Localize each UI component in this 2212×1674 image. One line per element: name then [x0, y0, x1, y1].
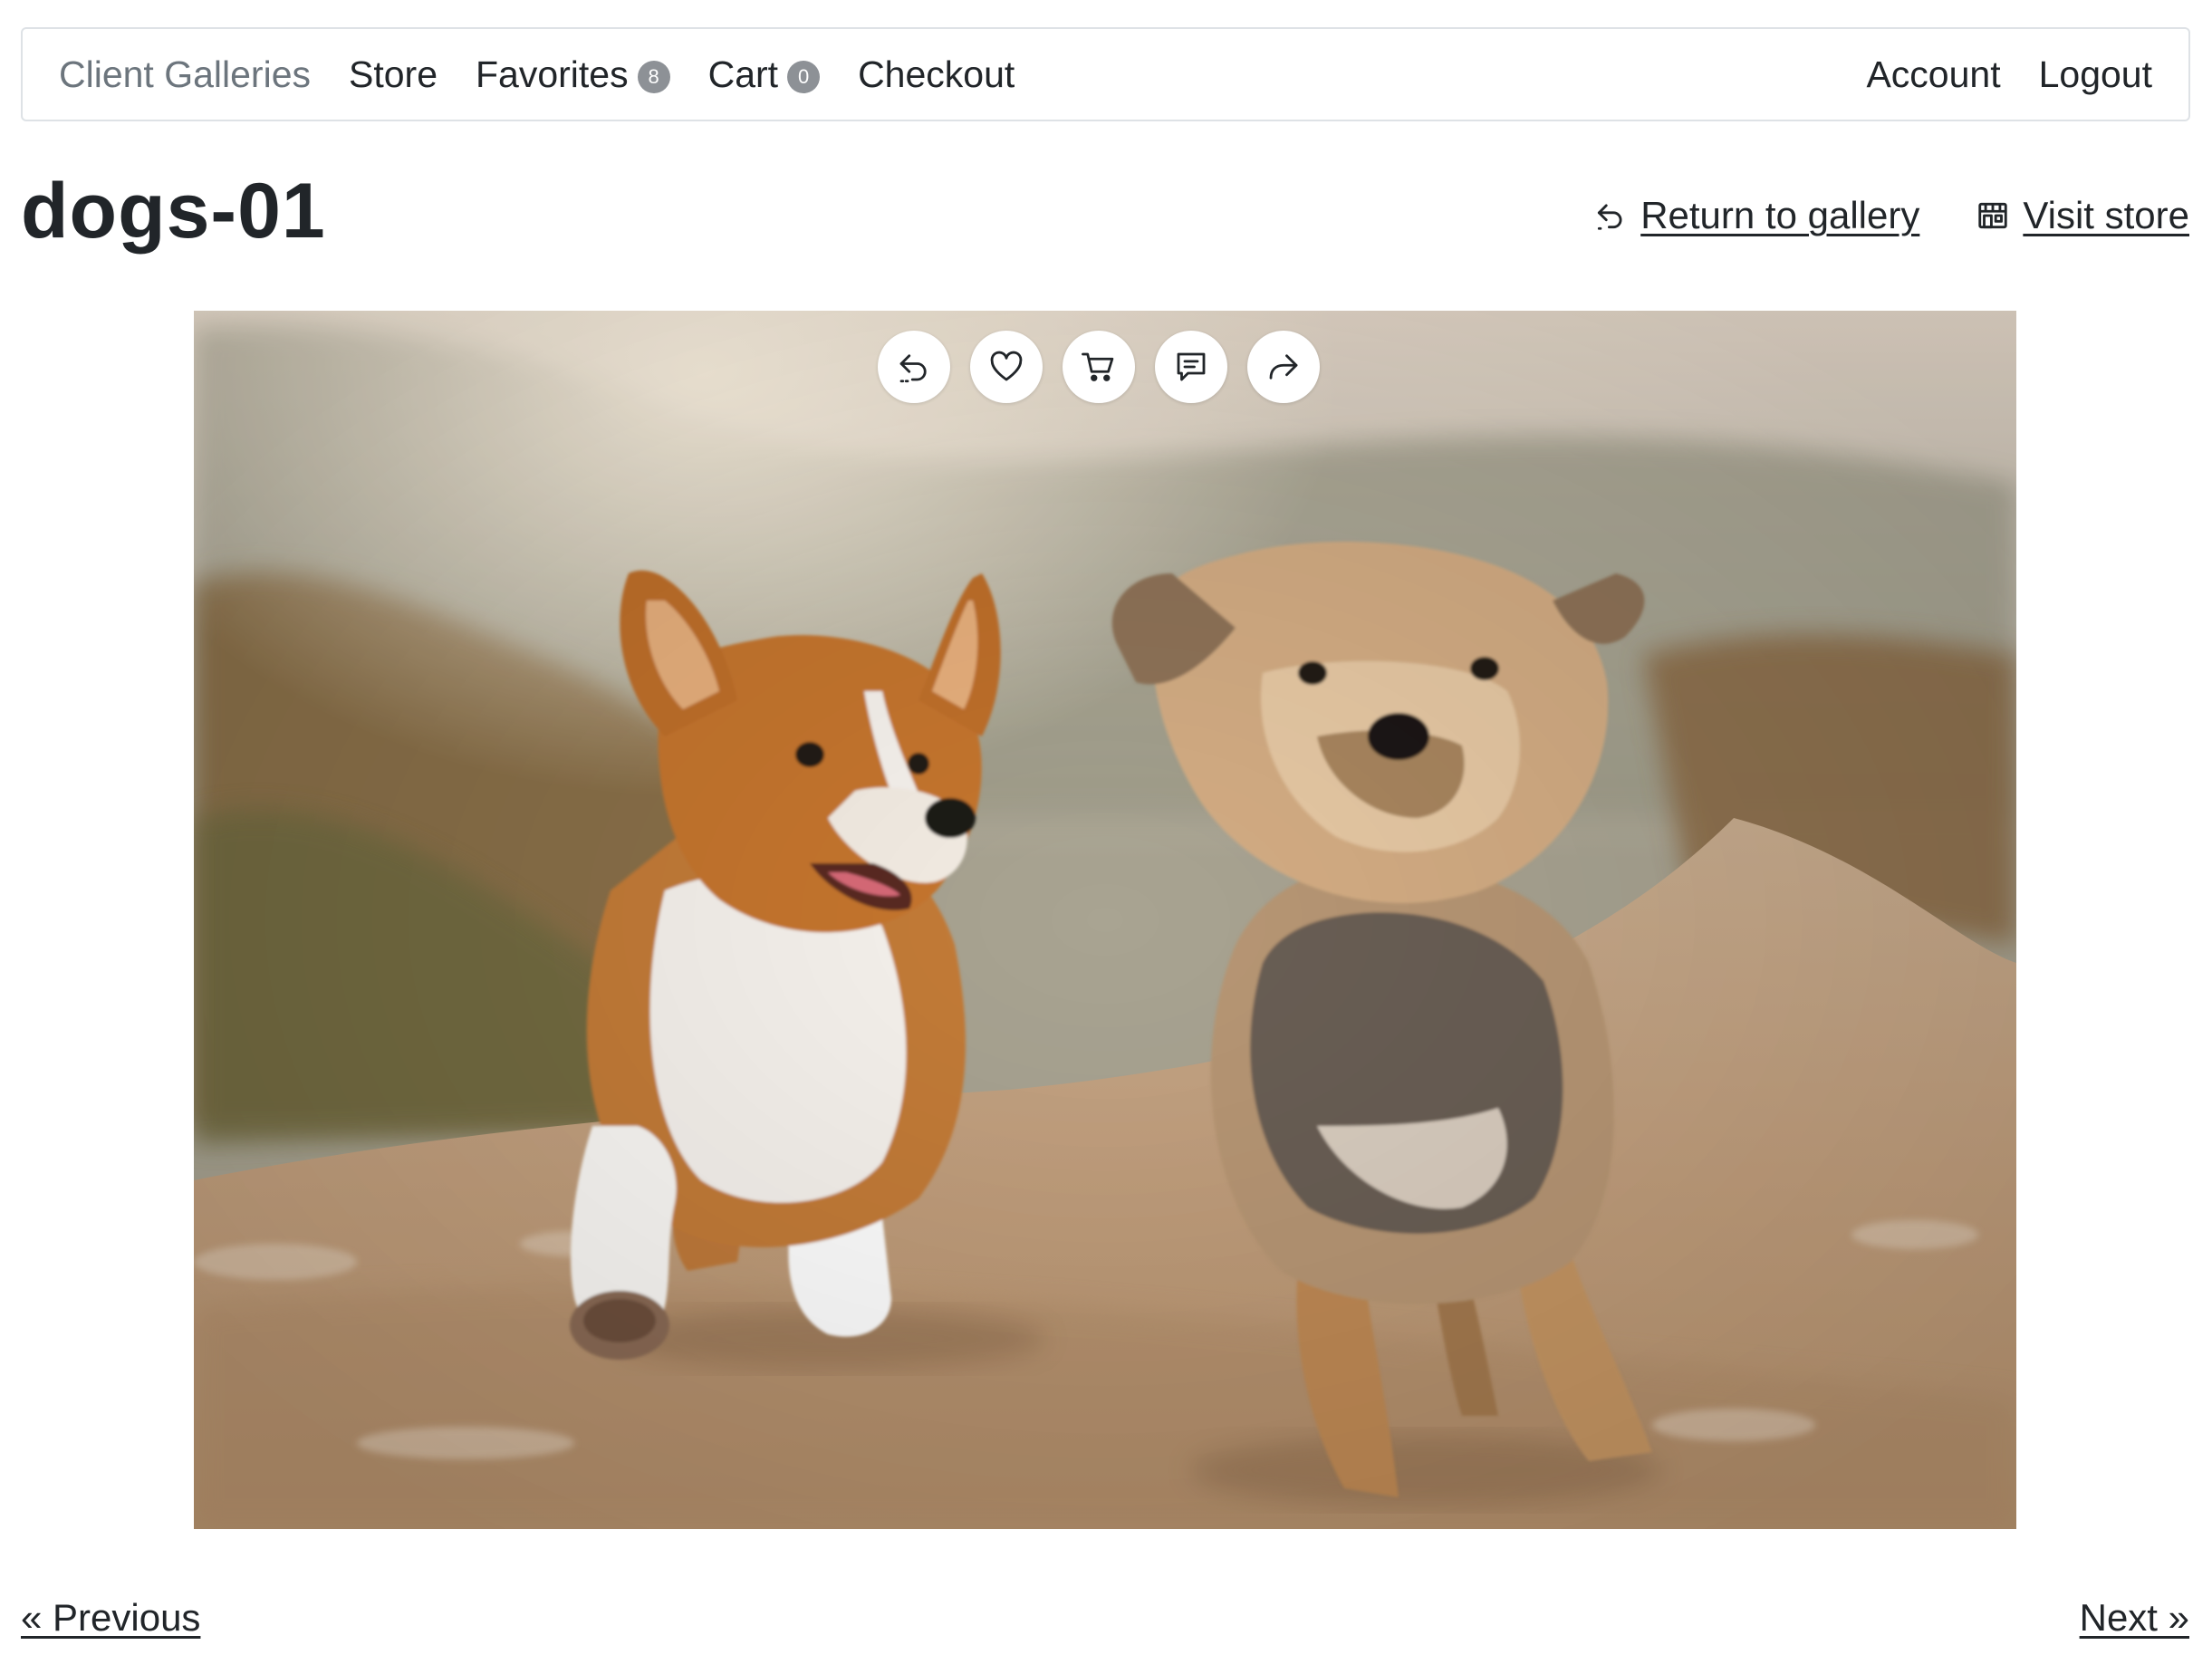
share-icon: [1269, 354, 1298, 380]
gallery-photo[interactable]: [194, 311, 2016, 1529]
nav-item-cart-label: Cart: [707, 53, 779, 95]
heart-icon: [990, 351, 1023, 381]
nav-item-logout[interactable]: Logout: [2039, 53, 2152, 96]
return-icon: [1598, 204, 1622, 230]
nav-item-cart[interactable]: Cart 0: [707, 53, 821, 96]
top-navbar: Client Galleries Store Favorites 8 Cart …: [21, 27, 2190, 121]
comment-icon: [1177, 352, 1206, 381]
share-button[interactable]: [1247, 331, 1320, 403]
nav-item-store[interactable]: Store: [349, 53, 438, 96]
return-to-gallery-label: Return to gallery: [1640, 194, 1920, 236]
previous-photo-link[interactable]: « Previous: [21, 1596, 200, 1640]
add-to-cart-button[interactable]: [1063, 331, 1135, 403]
cart-count-badge: 0: [787, 61, 821, 93]
page-title: dogs-01: [21, 168, 326, 255]
visit-store-link[interactable]: Visit store: [1976, 194, 2189, 237]
nav-right-group: Account Logout: [1866, 53, 2152, 96]
nav-left-group: Client Galleries Store Favorites 8 Cart …: [59, 53, 1015, 96]
return-button[interactable]: [878, 331, 950, 403]
store-icon: [1978, 202, 2008, 229]
favorites-count-badge: 8: [637, 61, 670, 93]
next-photo-link[interactable]: Next »: [2080, 1596, 2189, 1640]
nav-item-favorites[interactable]: Favorites 8: [476, 53, 670, 96]
visit-store-label: Visit store: [2023, 194, 2189, 236]
return-to-gallery-link[interactable]: Return to gallery: [1593, 194, 1919, 237]
comment-button[interactable]: [1155, 331, 1227, 403]
header-links: Return to gallery Visit store: [1593, 194, 2189, 237]
dogs-photo-image: [194, 311, 2016, 1529]
nav-item-favorites-label: Favorites: [476, 53, 629, 95]
favorite-button[interactable]: [970, 331, 1043, 403]
cart-icon: [1082, 352, 1114, 381]
nav-item-checkout[interactable]: Checkout: [858, 53, 1015, 96]
nav-item-account[interactable]: Account: [1866, 53, 2000, 96]
return-icon: [899, 354, 927, 383]
nav-brand-client-galleries[interactable]: Client Galleries: [59, 53, 311, 96]
photo-toolbar: [878, 331, 1320, 403]
